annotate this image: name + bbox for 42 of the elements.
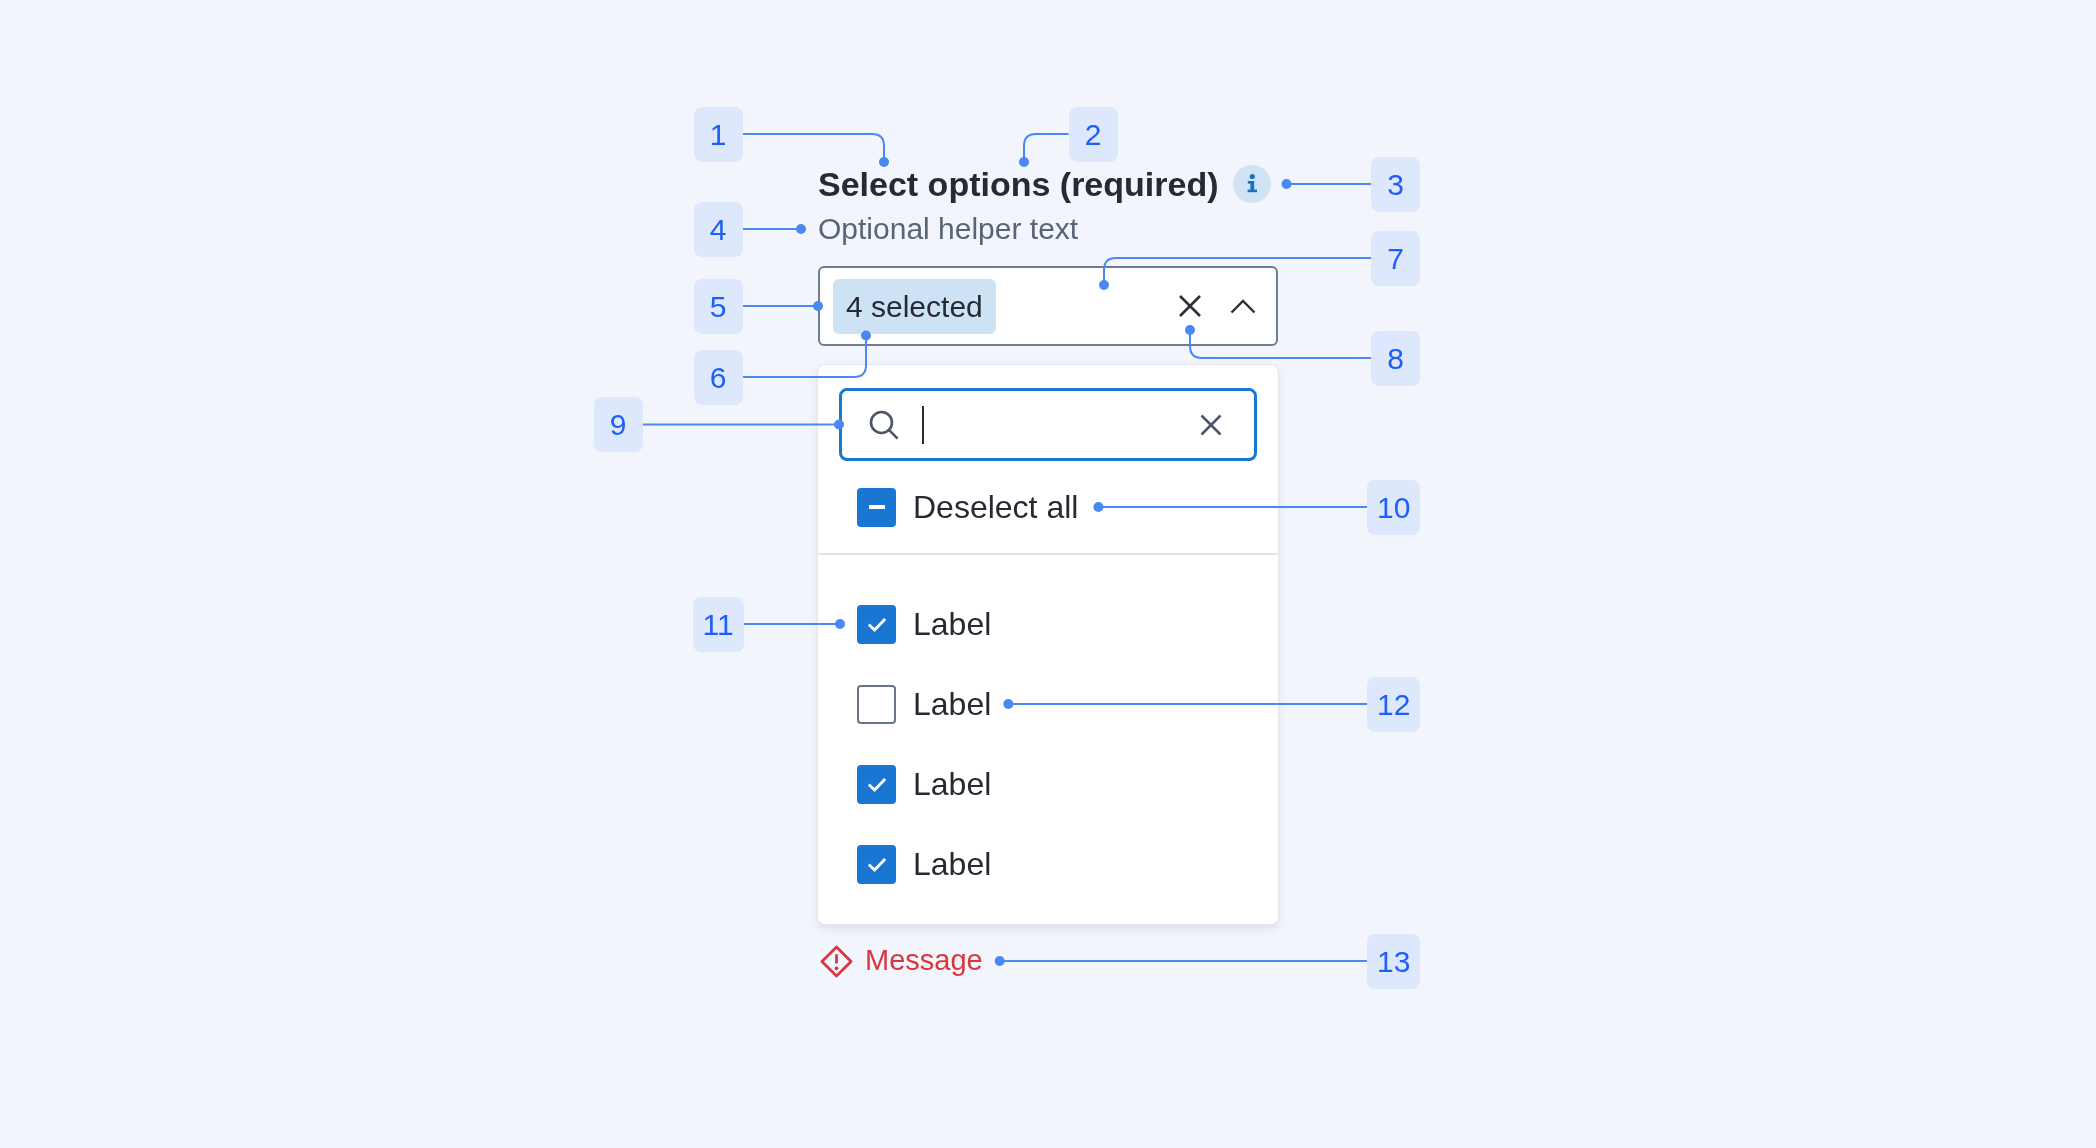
- checkbox[interactable]: [857, 487, 896, 527]
- multiselect-field[interactable]: 4 selected: [818, 266, 1278, 346]
- checkbox[interactable]: [857, 764, 896, 804]
- checkbox[interactable]: [857, 684, 896, 724]
- callout-badge: 5: [693, 278, 743, 334]
- search-icon: [869, 409, 899, 440]
- callout-badge: 7: [1371, 230, 1420, 286]
- callout-badge: 13: [1367, 933, 1421, 989]
- callout-connector: [1019, 133, 1070, 167]
- option-label[interactable]: Label: [913, 760, 992, 808]
- option-label[interactable]: Deselect all: [913, 483, 1079, 531]
- callout-badge: 8: [1371, 330, 1420, 386]
- callout-badge: 9: [593, 397, 643, 452]
- search-field[interactable]: [839, 388, 1257, 461]
- checkbox[interactable]: [857, 604, 896, 644]
- callout-badge: 10: [1367, 479, 1421, 535]
- clear-icon[interactable]: [1178, 294, 1202, 318]
- option-label[interactable]: Label: [913, 680, 992, 728]
- warning-icon: [820, 944, 853, 978]
- callout-badge: 11: [692, 596, 744, 652]
- callout-badge: 2: [1068, 106, 1118, 162]
- minus-icon: [868, 505, 885, 509]
- option-label[interactable]: Label: [913, 600, 992, 648]
- callout-badge: 6: [693, 349, 743, 405]
- callout-badge: 3: [1371, 156, 1420, 212]
- check-icon: [866, 616, 887, 632]
- clear-search-icon[interactable]: [1200, 413, 1222, 436]
- callout-badge: 12: [1367, 676, 1421, 732]
- validation-message: Message: [865, 943, 983, 979]
- callout-badge: 1: [693, 106, 743, 162]
- check-icon: [866, 856, 887, 872]
- helper-text: Optional helper text: [818, 211, 1079, 247]
- info-icon[interactable]: [1232, 165, 1271, 203]
- callout-connector: [741, 224, 806, 234]
- checkbox[interactable]: [857, 844, 896, 884]
- option-label[interactable]: Label: [913, 840, 992, 888]
- field-label: Select options (required): [818, 164, 1219, 204]
- selection-tag: 4 selected: [833, 278, 996, 334]
- check-icon: [866, 776, 887, 792]
- chevron-up-icon[interactable]: [1230, 298, 1256, 314]
- callout-badge: 4: [693, 201, 743, 257]
- text-cursor-icon: [922, 405, 924, 444]
